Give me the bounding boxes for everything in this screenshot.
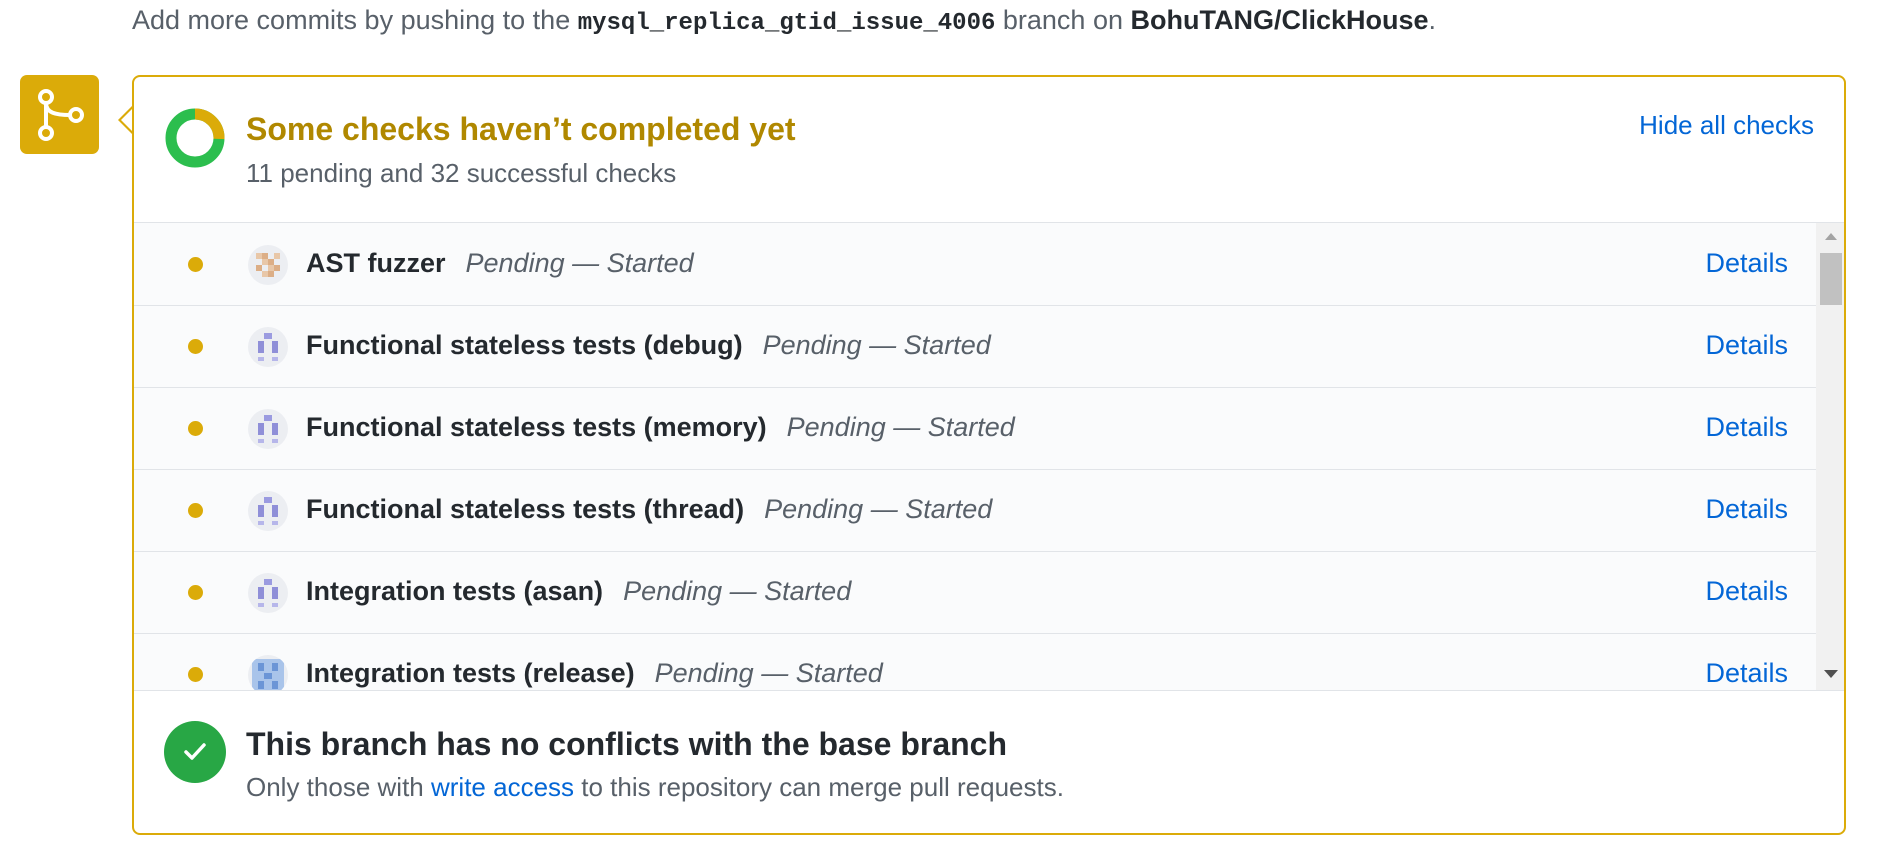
- checks-scrollbar[interactable]: [1816, 223, 1844, 690]
- write-access-link[interactable]: write access: [431, 772, 574, 802]
- checks-progress-donut-icon: [165, 108, 225, 168]
- push-hint-suffix: .: [1428, 5, 1437, 35]
- check-details-link[interactable]: Details: [1705, 412, 1788, 443]
- checks-summary: Some checks haven’t completed yet 11 pen…: [134, 77, 1844, 223]
- scroll-up-arrow-icon[interactable]: [1825, 233, 1837, 240]
- check-details-link[interactable]: Details: [1705, 576, 1788, 607]
- checks-list[interactable]: Integration tests (release) Pending — Sta…: [134, 222, 1844, 691]
- check-details-link[interactable]: Details: [1705, 658, 1788, 689]
- hide-all-checks-link[interactable]: Hide all checks: [1639, 110, 1814, 141]
- check-name: Functional stateless tests (debug) Pendin…: [306, 330, 991, 361]
- check-status-text: Pending — Started: [762, 330, 991, 360]
- check-name: Integration tests (asan) Pending — Starte…: [306, 576, 851, 607]
- merge-status: This branch has no conflicts with the ba…: [134, 691, 1844, 835]
- scroll-down-arrow-icon[interactable]: [1824, 670, 1838, 678]
- bot-avatar-icon[interactable]: [248, 409, 288, 449]
- check-status-text: Pending — Started: [623, 576, 852, 606]
- check-status-text: Pending — Started: [764, 494, 993, 524]
- check-name-text: Functional stateless tests (debug): [306, 330, 743, 360]
- check-name-text: Integration tests (release): [306, 658, 635, 688]
- check-row: Integration tests (asan) Pending — Starte…: [134, 551, 1818, 634]
- checks-status-title: Some checks haven’t completed yet: [246, 111, 796, 147]
- git-merge-icon: [20, 75, 99, 154]
- pending-dot-icon: [188, 257, 203, 272]
- check-details-link[interactable]: Details: [1705, 248, 1788, 279]
- check-name-text: AST fuzzer: [306, 248, 446, 278]
- check-row: Integration tests (release) Pending — Sta…: [134, 633, 1818, 690]
- merge-sub-suffix: to this repository can merge pull reques…: [574, 772, 1064, 802]
- bot-avatar-icon[interactable]: [248, 655, 288, 690]
- check-name: Functional stateless tests (memory) Pendi…: [306, 412, 1015, 443]
- bot-avatar-icon[interactable]: [248, 327, 288, 367]
- pending-dot-icon: [188, 585, 203, 600]
- push-hint: Add more commits by pushing to the mysql…: [132, 2, 1436, 42]
- pending-dot-icon: [188, 339, 203, 354]
- push-hint-prefix: Add more commits by pushing to the: [132, 5, 578, 35]
- check-row: Functional stateless tests (debug) Pendin…: [134, 305, 1818, 388]
- success-check-icon: [164, 721, 226, 783]
- merge-status-title: This branch has no conflicts with the ba…: [246, 726, 1008, 762]
- check-details-link[interactable]: Details: [1705, 494, 1788, 525]
- checks-status-subtitle: 11 pending and 32 successful checks: [246, 158, 677, 188]
- check-name: AST fuzzer Pending — Started: [306, 248, 694, 279]
- bot-avatar-icon[interactable]: [248, 573, 288, 613]
- check-row: Functional stateless tests (thread) Pendi…: [134, 469, 1818, 552]
- check-name-text: Functional stateless tests (thread): [306, 494, 745, 524]
- check-name: Integration tests (release) Pending — Sta…: [306, 658, 883, 689]
- merge-sub-prefix: Only those with: [246, 772, 431, 802]
- pending-dot-icon: [188, 421, 203, 436]
- check-name: Functional stateless tests (thread) Pendi…: [306, 494, 992, 525]
- check-status-text: Pending — Started: [654, 658, 883, 688]
- check-row: AST fuzzer Pending — Started Details: [134, 223, 1818, 306]
- check-name-text: Functional stateless tests (memory): [306, 412, 767, 442]
- push-hint-middle: branch on: [995, 5, 1131, 35]
- merge-status-subtitle: Only those with write access to this rep…: [246, 772, 1064, 803]
- check-status-text: Pending — Started: [786, 412, 1015, 442]
- ast-fuzzer-avatar-icon[interactable]: [248, 245, 288, 285]
- check-details-link[interactable]: Details: [1705, 330, 1788, 361]
- check-name-text: Integration tests (asan): [306, 576, 604, 606]
- merge-box: Some checks haven’t completed yet 11 pen…: [132, 75, 1846, 835]
- pending-dot-icon: [188, 667, 203, 682]
- pending-dot-icon: [188, 503, 203, 518]
- repo-name: BohuTANG/ClickHouse: [1130, 5, 1429, 35]
- scroll-thumb[interactable]: [1820, 253, 1842, 305]
- branch-name: mysql_replica_gtid_issue_4006: [577, 10, 996, 37]
- check-row: Functional stateless tests (memory) Pendi…: [134, 387, 1818, 470]
- check-status-text: Pending — Started: [465, 248, 694, 278]
- bot-avatar-icon[interactable]: [248, 491, 288, 531]
